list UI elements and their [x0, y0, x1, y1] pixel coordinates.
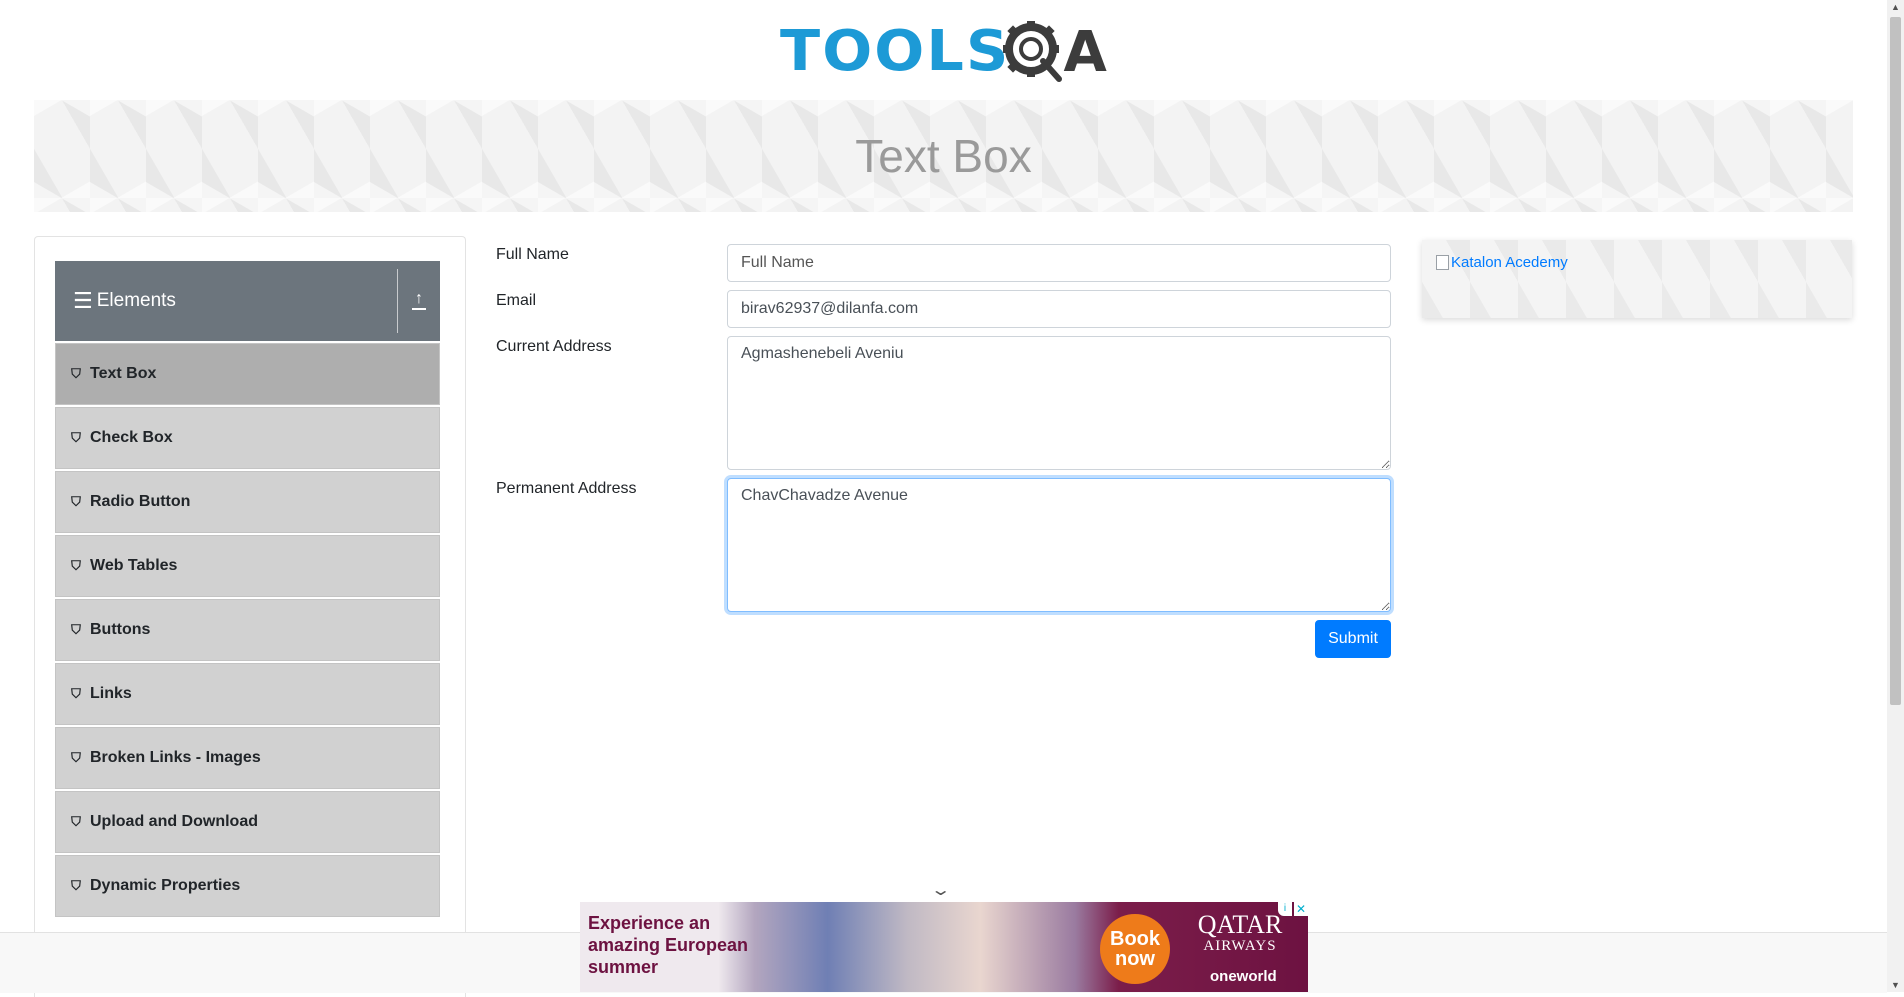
sidebar-item-label: Links: [90, 685, 132, 702]
sidebar-item-radio-button[interactable]: ⛉ Radio Button: [55, 471, 440, 533]
ad-brand-logo: QATAR AIRWAYS: [1190, 910, 1290, 955]
sidebar-item-broken-links[interactable]: ⛉ Broken Links - Images: [55, 727, 440, 789]
sidebar-item-label: Broken Links - Images: [90, 749, 261, 766]
katalon-academy-link[interactable]: Katalon Acedemy: [1436, 254, 1568, 271]
broken-image-icon: [1436, 255, 1449, 270]
email-label: Email: [496, 292, 537, 309]
toolsqa-logo[interactable]: TOOLS A: [780, 14, 1110, 90]
html5-shield-icon: ⛉: [71, 558, 81, 573]
sidebar-item-text-box[interactable]: ⛉ Text Box: [55, 343, 440, 405]
logo-letter-a: A: [1063, 19, 1107, 85]
hamburger-icon: ☰: [73, 288, 93, 313]
sidebar-item-label: Text Box: [90, 365, 157, 382]
sidebar-item-upload-download[interactable]: ⛉ Upload and Download: [55, 791, 440, 853]
ad-alliance: oneworld: [1210, 968, 1277, 985]
html5-shield-icon: ⛉: [71, 494, 81, 509]
html5-shield-icon: ⛉: [71, 814, 81, 829]
sidebar-item-web-tables[interactable]: ⛉ Web Tables: [55, 535, 440, 597]
html5-shield-icon: ⛉: [71, 750, 81, 765]
header-divider: [397, 269, 398, 333]
side-ad-box: Katalon Acedemy: [1422, 240, 1852, 318]
ad-brand-sub: AIRWAYS: [1203, 938, 1277, 954]
html5-shield-icon: ⛉: [71, 686, 81, 701]
chevron-down-icon[interactable]: ⌄: [930, 880, 951, 900]
ad-book-now-button[interactable]: Book now: [1100, 914, 1170, 984]
permanent-address-label: Permanent Address: [496, 480, 637, 497]
email-input[interactable]: [727, 290, 1391, 328]
sidebar-item-buttons[interactable]: ⛉ Buttons: [55, 599, 440, 661]
sidebar-item-label: Dynamic Properties: [90, 877, 241, 894]
group-title: Elements: [96, 290, 176, 311]
sidebar-item-label: Web Tables: [90, 557, 178, 574]
full-name-label: Full Name: [496, 246, 569, 263]
sidebar-item-links[interactable]: ⛉ Links: [55, 663, 440, 725]
left-sidebar: ☰ Elements ↑ ⛉ Text Box ⛉ Check Box ⛉ Ra…: [34, 236, 466, 997]
html5-shield-icon: ⛉: [71, 366, 81, 381]
ad-brand-name: QATAR: [1197, 910, 1283, 939]
logo-text-tools: TOOLS: [780, 19, 1011, 84]
sidebar-item-check-box[interactable]: ⛉ Check Box: [55, 407, 440, 469]
element-menu: ⛉ Text Box ⛉ Check Box ⛉ Radio Button ⛉ …: [55, 343, 440, 919]
sidebar-item-label: Radio Button: [90, 493, 191, 510]
current-address-label: Current Address: [496, 338, 612, 355]
submit-button[interactable]: Submit: [1315, 620, 1391, 658]
scrollbar-thumb[interactable]: [1890, 17, 1901, 705]
permanent-address-textarea[interactable]: ChavChavadze Avenue: [727, 478, 1391, 612]
sidebar-item-label: Upload and Download: [90, 813, 258, 830]
katalon-academy-alt: Katalon Acedemy: [1451, 254, 1568, 271]
sidebar-item-label: Buttons: [90, 621, 151, 638]
html5-shield-icon: ⛉: [71, 622, 81, 637]
gear-magnifier-icon: [1003, 21, 1063, 82]
html5-shield-icon: ⛉: [71, 430, 81, 445]
sidebar-item-label: Check Box: [90, 429, 173, 446]
scroll-down-arrow-icon[interactable]: ▼: [1891, 980, 1900, 990]
ad-headline: Experience an amazing European summer: [588, 913, 749, 977]
page-scrollbar[interactable]: ▲ ▼: [1887, 0, 1904, 992]
html5-shield-icon: ⛉: [71, 878, 81, 893]
full-name-input[interactable]: [727, 244, 1391, 282]
ad-close-icon[interactable]: ✕: [1294, 902, 1308, 916]
ad-info-icon[interactable]: i: [1278, 902, 1292, 916]
collapse-arrow-icon[interactable]: ↑: [408, 288, 430, 312]
sidebar-item-dynamic-properties[interactable]: ⛉ Dynamic Properties: [55, 855, 440, 917]
page-title: Text Box: [855, 130, 1032, 182]
current-address-textarea[interactable]: Agmashenebeli Aveniu: [727, 336, 1391, 470]
logo-text-qa: A: [1003, 19, 1107, 85]
page-banner: Text Box: [34, 100, 1853, 212]
group-header-elements[interactable]: ☰ Elements ↑: [55, 261, 440, 341]
bottom-banner-ad[interactable]: Experience an amazing European summer Bo…: [580, 902, 1308, 992]
scroll-up-arrow-icon[interactable]: ▲: [1891, 2, 1900, 12]
